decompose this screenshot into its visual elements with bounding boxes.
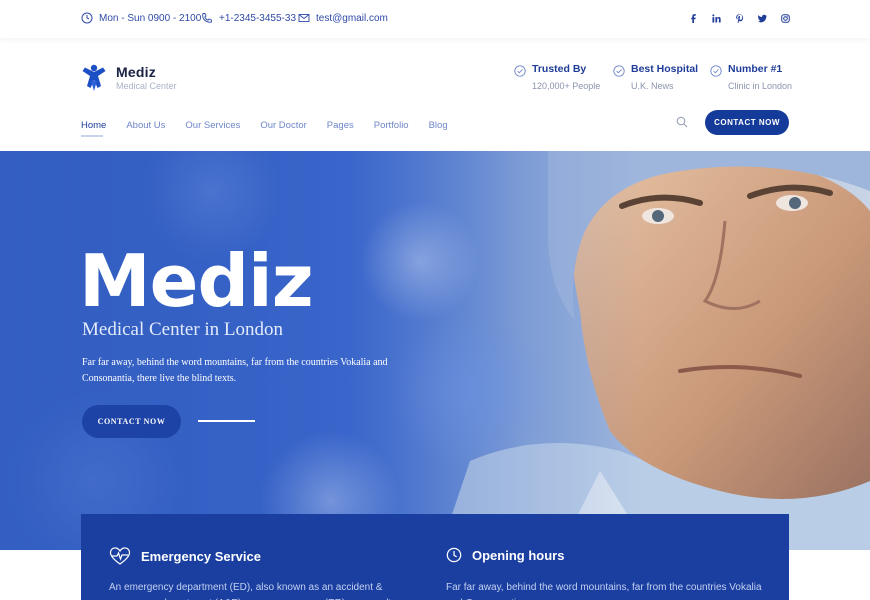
- badge-subtitle: U.K. News: [631, 81, 674, 91]
- hero-divider: [198, 420, 255, 422]
- check-circle-icon: [514, 65, 526, 77]
- hero-title: Mediz: [79, 239, 314, 323]
- hero-contact-button[interactable]: CONTACT NOW: [82, 405, 181, 438]
- badge-title: Number #1: [728, 63, 783, 75]
- phone-icon: [202, 13, 212, 23]
- nav-our-services[interactable]: Our Services: [185, 120, 240, 131]
- medical-cross-icon: [82, 64, 106, 91]
- twitter-icon[interactable]: [757, 12, 767, 24]
- check-circle-icon: [710, 65, 722, 77]
- site-logo[interactable]: Mediz Medical Center: [81, 64, 177, 92]
- instagram-icon[interactable]: [780, 12, 790, 24]
- badge-best-hospital: Best Hospital U.K. News: [613, 63, 698, 91]
- phone-info[interactable]: +1-2345-3455-33: [201, 12, 296, 24]
- heartbeat-icon: [109, 547, 131, 565]
- pinterest-icon[interactable]: [734, 12, 744, 24]
- brand-tagline: Medical Center: [116, 81, 177, 91]
- badge-number-one: Number #1 Clinic in London: [710, 63, 792, 91]
- hours-text: Mon - Sun 0900 - 2100: [99, 12, 202, 24]
- facebook-icon[interactable]: [688, 12, 698, 24]
- badge-title: Best Hospital: [631, 63, 699, 75]
- email-info[interactable]: test@gmail.com: [298, 12, 388, 24]
- top-bar: Mon - Sun 0900 - 2100 +1-2345-3455-33 te…: [0, 0, 870, 38]
- hero-banner: Mediz Medical Center in London Far far a…: [0, 151, 870, 550]
- email-text: test@gmail.com: [316, 12, 388, 24]
- badge-trusted: Trusted By 120,000+ People: [514, 63, 600, 91]
- hero-description: Far far away, behind the word mountains,…: [82, 357, 388, 384]
- main-nav: Home About Us Our Services Our Doctor Pa…: [81, 120, 448, 137]
- linkedin-icon[interactable]: [711, 12, 721, 24]
- social-links: [688, 12, 790, 24]
- search-icon[interactable]: [676, 116, 688, 128]
- nav-portfolio[interactable]: Portfolio: [374, 120, 409, 131]
- info-panel: Emergency Service An emergency departmen…: [81, 514, 789, 600]
- phone-text: +1-2345-3455-33: [219, 12, 297, 24]
- badge-title: Trusted By: [532, 63, 587, 75]
- hours-text: Far far away, behind the word mountains,…: [446, 582, 762, 600]
- emergency-heading: Emergency Service: [109, 547, 261, 565]
- hero-photo: [0, 151, 870, 550]
- check-circle-icon: [613, 65, 625, 77]
- header-contact-button[interactable]: CONTACT NOW: [705, 110, 789, 135]
- emergency-text: An emergency department (ED), also known…: [109, 582, 396, 600]
- nav-our-doctor[interactable]: Our Doctor: [260, 120, 306, 131]
- clock-icon: [81, 12, 93, 24]
- badge-subtitle: 120,000+ People: [532, 81, 601, 91]
- nav-about-us[interactable]: About Us: [126, 120, 165, 131]
- nav-pages[interactable]: Pages: [327, 120, 354, 131]
- badge-subtitle: Clinic in London: [728, 81, 793, 91]
- hours-title: Opening hours: [472, 547, 565, 563]
- emergency-title: Emergency Service: [141, 548, 261, 564]
- clock-icon: [446, 547, 462, 563]
- hours-heading: Opening hours: [446, 547, 564, 563]
- nav-home[interactable]: Home: [81, 120, 106, 137]
- mail-icon: [298, 14, 310, 22]
- hours-info: Mon - Sun 0900 - 2100: [81, 12, 201, 24]
- brand-name: Mediz: [116, 64, 156, 80]
- hero-subtitle: Medical Center in London: [82, 319, 284, 340]
- nav-blog[interactable]: Blog: [429, 120, 448, 131]
